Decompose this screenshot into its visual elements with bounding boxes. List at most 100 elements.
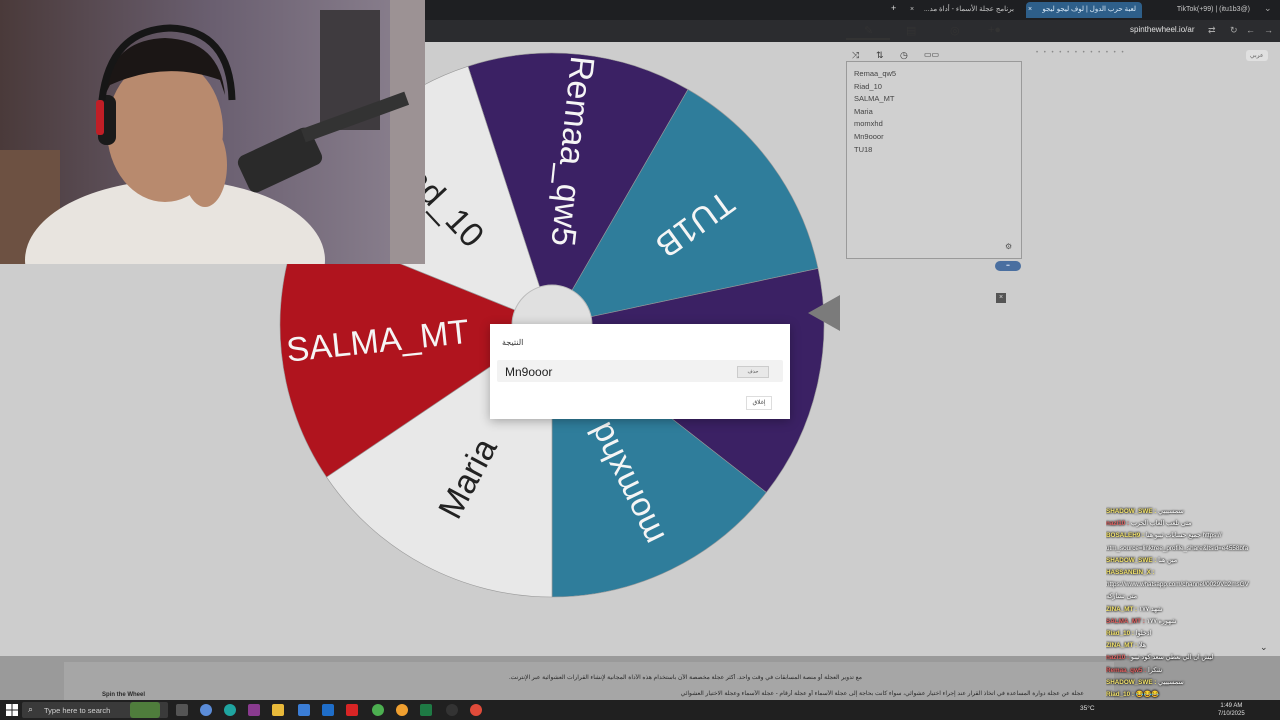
result-dialog: النتيجة Mn9ooor حذف إغلاق xyxy=(490,324,790,419)
tab-war-game[interactable]: × لعبة حرب الدول | لوف ليجو ليجو xyxy=(1026,2,1142,18)
chat-message: utm_source=linktree_profile_share&ltsid=… xyxy=(1106,543,1280,555)
tab-title: برنامج عجلة الأسماء - أداة مد... xyxy=(923,6,1014,13)
outlook-icon[interactable] xyxy=(322,704,334,716)
chat-username: SHADOW_SWE : xyxy=(1106,556,1159,564)
new-tab-icon[interactable]: + xyxy=(891,3,896,13)
lang-button[interactable]: عربي xyxy=(1246,50,1268,61)
copilot-icon[interactable] xyxy=(200,704,212,716)
chat-text: 😂😂😂 xyxy=(1135,691,1160,699)
image-icon[interactable]: ▭▭ xyxy=(924,50,939,59)
tab-title: لعبة حرب الدول | لوف ليجو ليجو xyxy=(1042,6,1136,13)
url-field[interactable]: spinthewheel.io/ar xyxy=(1130,25,1194,34)
chat-message: https://www.whatsapp.com/channel/0029Vb2… xyxy=(1106,579,1280,591)
nav-items[interactable]: • • • • • • • • • • • • xyxy=(1036,50,1126,56)
chat-username: Riad_10 : xyxy=(1106,630,1136,638)
youtube-icon[interactable] xyxy=(346,704,358,716)
close-icon[interactable]: × xyxy=(1028,2,1032,18)
clock[interactable]: 1:49 AM 7/10/2025 xyxy=(1218,702,1245,718)
app-icon[interactable] xyxy=(248,704,260,716)
add-color-icon[interactable]: +● xyxy=(988,24,1001,36)
chrome-icon[interactable] xyxy=(470,704,482,716)
chat-text: ليش ان الي نعطي سعد كود ثيبو xyxy=(1130,654,1214,662)
chat-message: Riad_10 : ادخلوا xyxy=(1106,628,1280,640)
shuffle-icon[interactable]: ⤨ xyxy=(852,50,859,61)
folder-icon[interactable] xyxy=(272,704,284,716)
tab-wheel-program[interactable]: × برنامج عجلة الأسماء - أداة مد... xyxy=(908,2,1020,18)
chat-message: متى تشاركه xyxy=(1106,591,1280,603)
clipboard-icon[interactable]: ▤ xyxy=(906,24,916,37)
windows-start-icon[interactable] xyxy=(6,704,18,716)
entries-list[interactable]: Remaa_qw5 Riad_10 SALMA_MT Maria momxhd … xyxy=(846,61,1022,259)
count-badge[interactable]: •• xyxy=(995,261,1021,271)
weather-text[interactable]: 35°C xyxy=(1080,705,1095,712)
chat-text: شهد ١٧٧ xyxy=(1138,605,1163,613)
chat-message: SALMA_MT : شهوره ١٧٧ xyxy=(1106,616,1280,628)
chat-username: SALMA_MT : xyxy=(1106,617,1147,625)
chat-username: Riad_10 : xyxy=(1106,691,1136,699)
chat-text: مين هنا xyxy=(1158,556,1178,564)
chat-message: HASSANEIN_X : xyxy=(1106,567,1280,579)
remove-button[interactable]: حذف xyxy=(737,366,769,378)
tab-tiktok[interactable]: (@itu1b3) | TikTok(+99) xyxy=(1158,2,1256,18)
taskbar-search[interactable]: ⌕ Type here to search xyxy=(22,702,168,718)
obs-icon[interactable] xyxy=(446,704,458,716)
chat-message: BOSALEH9 : جميع حسابات ثيبو هنا https:// xyxy=(1106,530,1280,542)
chat-username: HASSANEIN_X : xyxy=(1106,569,1155,577)
description-heading: Spin the Wheel xyxy=(102,692,146,698)
chat-message: ZINA_MT : شهد ١٧٧ xyxy=(1106,604,1280,616)
chat-text: شكرا xyxy=(1148,666,1162,674)
close-icon[interactable]: × xyxy=(910,2,914,18)
weather-widget-icon[interactable] xyxy=(130,702,160,718)
chat-text: متى تلعب العاب الحرب xyxy=(1130,520,1192,528)
description-line: عجلة عن عجلة دوارة المساعدة في اتخاذ الق… xyxy=(680,691,1084,697)
live-chat-overlay: SHADOW_SWE : سمسيييي nazi10 : متى تلعب ال… xyxy=(1106,506,1280,720)
close-icon[interactable]: × xyxy=(996,293,1006,303)
edge-icon[interactable] xyxy=(224,704,236,716)
tab-title: (@itu1b3) | TikTok(+99) xyxy=(1176,6,1250,13)
chat-username: nazi10 : xyxy=(1106,520,1131,528)
entry-item: Mn9ooor xyxy=(854,131,884,141)
clock-time: 1:49 AM xyxy=(1220,703,1243,709)
search-icon: ⌕ xyxy=(28,704,34,714)
translate-icon[interactable]: ⇄ xyxy=(1208,25,1216,36)
settings-icon[interactable]: ⚙ xyxy=(1005,242,1012,251)
task-view-icon[interactable] xyxy=(176,704,188,716)
back-icon[interactable]: ← xyxy=(1246,25,1255,35)
timer-icon[interactable]: ◷ xyxy=(900,50,908,61)
entry-item: Maria xyxy=(854,106,873,116)
chrome-icon[interactable] xyxy=(372,704,384,716)
entry-item: TU18 xyxy=(854,144,873,154)
chat-username: ZINA_MT : xyxy=(1106,605,1139,613)
close-button[interactable]: إغلاق xyxy=(746,396,772,410)
chat-username: nazi10 : xyxy=(1106,654,1131,662)
reload-icon[interactable]: ↻ xyxy=(1230,25,1238,36)
store-icon[interactable] xyxy=(298,704,310,716)
sort-icon[interactable]: ⇅ xyxy=(876,50,884,61)
eye-hidden-icon[interactable]: ◎ xyxy=(950,24,960,37)
chat-message: nazi10 : ليش ان الي نعطي سعد كود ثيبو xyxy=(1106,652,1280,664)
pencil-icon[interactable]: ✎ xyxy=(864,24,873,37)
chat-text: utm_source=linktree_profile_share&ltsid=… xyxy=(1106,544,1249,552)
wheel-pointer xyxy=(808,295,840,331)
excel-icon[interactable] xyxy=(420,704,432,716)
search-placeholder: Type here to search xyxy=(44,706,111,715)
chat-message: SHADOW_SWE : سمسيييي xyxy=(1106,506,1280,518)
chat-text: https://www.whatsapp.com/channel/0029Vb2… xyxy=(1106,581,1249,589)
chat-username: SHADOW_SWE : xyxy=(1106,508,1159,515)
result-name: Mn9ooor xyxy=(505,365,553,379)
forward-icon[interactable]: → xyxy=(1264,25,1273,35)
chat-text: متى تشاركه xyxy=(1106,593,1137,601)
chat-text: هلا xyxy=(1138,642,1146,650)
chat-text: جميع حسابات ثيبو هنا https:// xyxy=(1145,532,1222,540)
chevron-down-icon[interactable]: ⌄ xyxy=(1260,642,1268,653)
clock-date: 7/10/2025 xyxy=(1218,711,1245,717)
chat-message: SHADOW_SWE : سمسيييي xyxy=(1106,677,1280,689)
chrome-profile-icon[interactable] xyxy=(396,704,408,716)
entry-item: Remaa_qw5 xyxy=(854,69,897,78)
panel-toolbar: ✎ ▤ ◎ +● ⤨ ⇅ ◷ ▭▭ xyxy=(846,24,1022,64)
taskbar: ⌕ Type here to search 35°C 1:49 AM 7/10/… xyxy=(0,700,1280,720)
chat-message: nazi10 : متى تلعب العاب الحرب xyxy=(1106,518,1280,530)
result-row: Mn9ooor حذف xyxy=(497,360,783,382)
menu-chevron-icon[interactable]: ⌄ xyxy=(1264,3,1272,14)
webcam-overlay xyxy=(0,0,425,264)
